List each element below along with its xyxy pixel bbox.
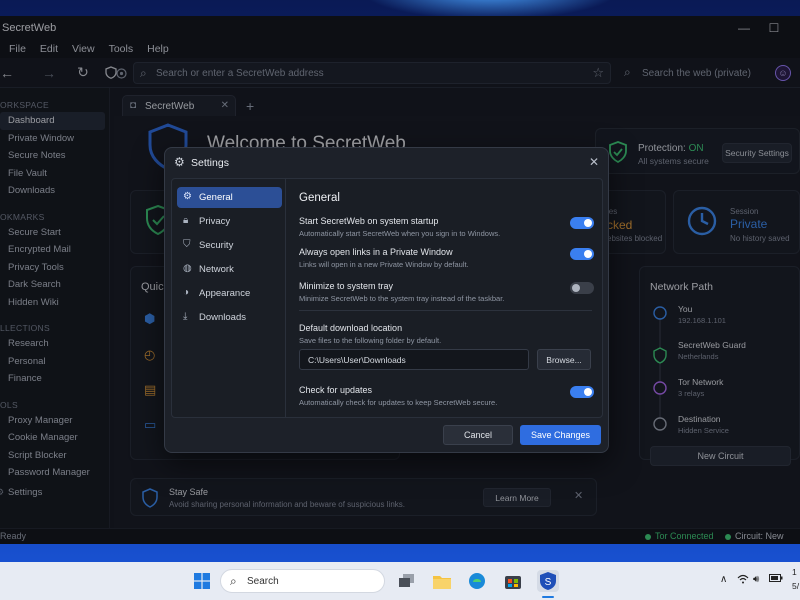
lock-icon: 🔒︎: [183, 215, 189, 226]
cancel-button[interactable]: Cancel: [443, 425, 513, 445]
option-label: Start SecretWeb on system startup: [299, 216, 439, 226]
minimize-tray-toggle[interactable]: [570, 282, 594, 294]
option-minimize-tray: Minimize to system tray Minimize SecretW…: [299, 281, 594, 303]
file-explorer-icon[interactable]: [431, 570, 453, 592]
search-icon: ⌕: [230, 574, 237, 588]
settings-nav: ⚙ General 🔒︎ Privacy ⛉ Security ◍ Network ◑ A…: [172, 179, 286, 417]
option-download-location: Default download location Save files to …: [299, 323, 594, 345]
settings-nav-network[interactable]: ◍ Network: [177, 259, 282, 280]
settings-dialog: ⚙ Settings ✕ ⚙ General 🔒︎ Privacy ⛉ Securit…: [164, 147, 609, 453]
option-check-updates: Check for updates Automatically check fo…: [299, 385, 594, 407]
private-window-toggle[interactable]: [570, 248, 594, 260]
volume-icon[interactable]: 🔊︎: [753, 574, 759, 585]
settings-nav-downloads[interactable]: ⤓ Downloads: [177, 307, 282, 328]
battery-icon[interactable]: [769, 574, 783, 585]
settings-nav-security[interactable]: ⛉ Security: [177, 235, 282, 256]
option-description: Links will open in a new Private Window …: [299, 260, 469, 269]
start-menu-icon[interactable]: [191, 570, 213, 592]
clock-date: 5/: [792, 581, 800, 591]
settings-panel: General Start SecretWeb on system startu…: [286, 179, 602, 417]
palette-icon: ◑: [183, 287, 190, 298]
option-description: Automatically start SecretWeb when you s…: [299, 229, 501, 238]
svg-text:S: S: [545, 577, 552, 588]
gear-icon: ⚙: [174, 155, 185, 169]
updates-toggle[interactable]: [570, 386, 594, 398]
option-label: Default download location: [299, 323, 403, 333]
taskbar-search[interactable]: ⌕ Search: [220, 569, 385, 593]
close-dialog-icon[interactable]: ✕: [589, 155, 599, 169]
active-app-indicator: [542, 596, 554, 598]
store-icon[interactable]: [502, 570, 524, 592]
option-startup: Start SecretWeb on system startup Automa…: [299, 216, 594, 238]
option-private-window: Always open links in a Private Window Li…: [299, 247, 594, 269]
divider: [299, 310, 592, 311]
dialog-title: Settings: [191, 157, 229, 169]
option-label: Check for updates: [299, 385, 373, 395]
taskbar-search-label: Search: [247, 575, 279, 587]
wifi-icon[interactable]: [737, 574, 749, 587]
download-icon: ⤓: [183, 311, 188, 322]
gear-icon: ⚙: [183, 191, 192, 202]
dialog-header: ⚙ Settings ✕: [165, 148, 608, 178]
settings-nav-privacy[interactable]: 🔒︎ Privacy: [177, 211, 282, 232]
option-description: Minimize SecretWeb to the system tray in…: [299, 294, 505, 303]
taskbar: ⌕ Search S ∧ 🔊︎ 1 5/: [0, 562, 800, 600]
dialog-body: ⚙ General 🔒︎ Privacy ⛉ Security ◍ Network ◑ A…: [171, 178, 603, 418]
edge-browser-icon[interactable]: [466, 570, 488, 592]
settings-section-title: General: [299, 192, 340, 204]
option-description: Automatically check for updates to keep …: [299, 398, 498, 407]
startup-toggle[interactable]: [570, 217, 594, 229]
clock-time: 1: [792, 567, 797, 577]
shield-icon: ⛉: [183, 239, 191, 250]
browse-button[interactable]: Browse...: [537, 349, 591, 370]
task-view-icon[interactable]: [396, 570, 418, 592]
download-path-field[interactable]: C:\Users\User\Downloads: [299, 349, 529, 370]
option-description: Save files to the following folder by de…: [299, 336, 442, 345]
settings-nav-general[interactable]: ⚙ General: [177, 187, 282, 208]
settings-nav-appearance[interactable]: ◑ Appearance: [177, 283, 282, 304]
chevron-up-icon[interactable]: ∧: [720, 574, 727, 585]
option-label: Minimize to system tray: [299, 281, 394, 291]
option-label: Always open links in a Private Window: [299, 247, 453, 257]
save-changes-button[interactable]: Save Changes: [520, 425, 601, 445]
secretweb-taskbar-icon[interactable]: S: [537, 570, 559, 592]
globe-icon: ◍: [183, 263, 192, 274]
